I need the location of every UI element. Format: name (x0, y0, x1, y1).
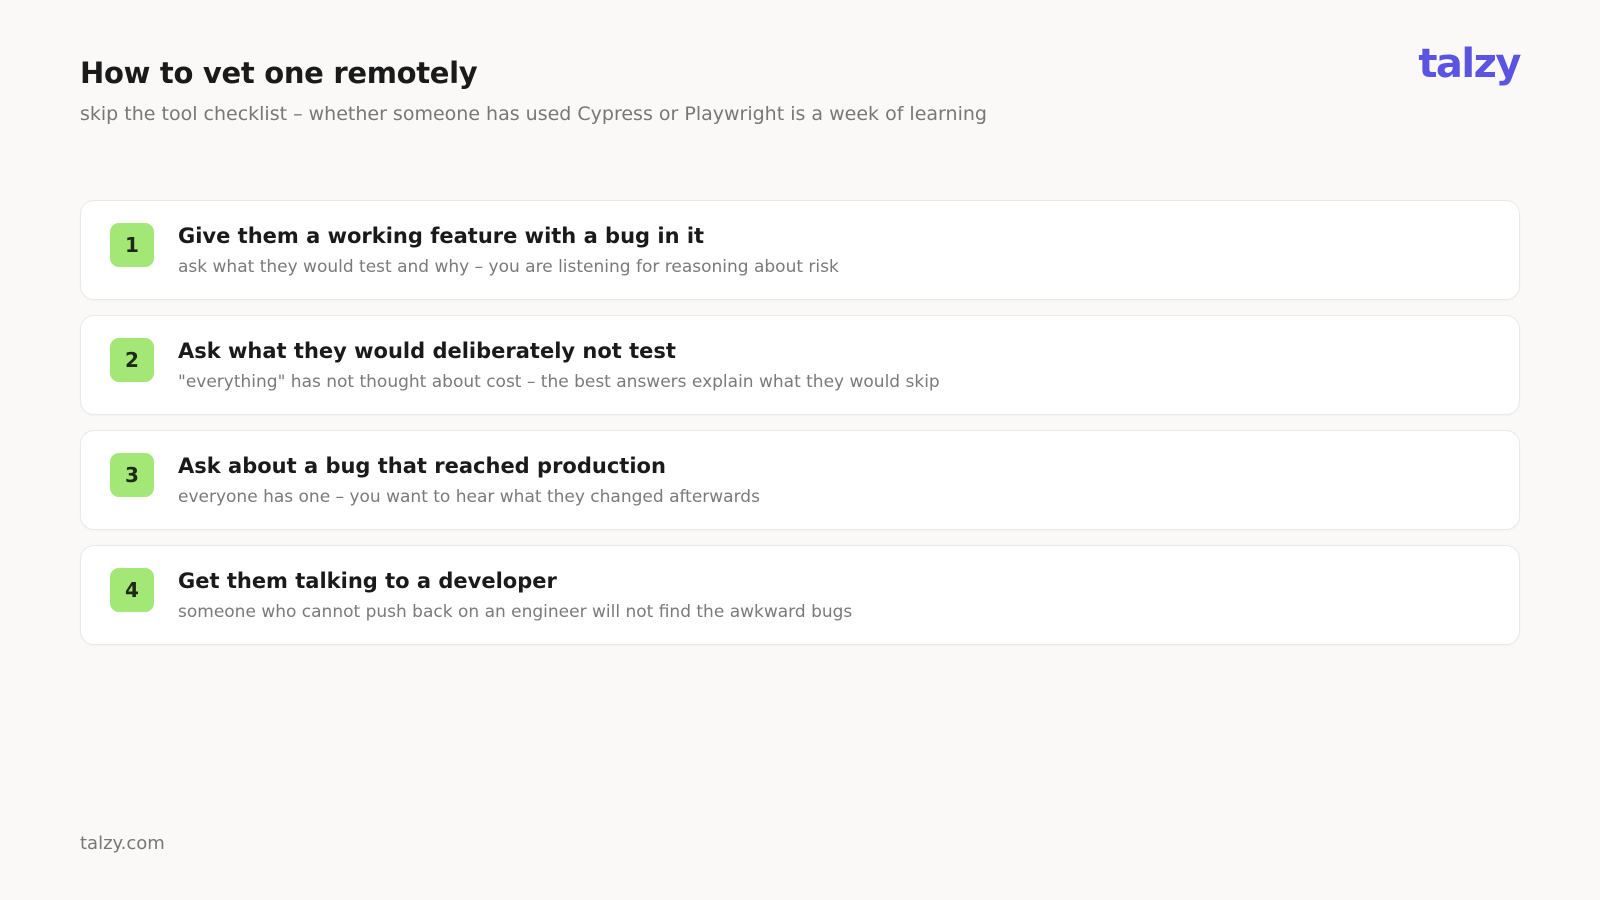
step-number-badge: 1 (110, 223, 154, 267)
step-card-1: 1 Give them a working feature with a bug… (80, 200, 1520, 300)
step-number-badge: 4 (110, 568, 154, 612)
step-title: Give them a working feature with a bug i… (178, 224, 705, 248)
step-description: everyone has one – you want to hear what… (178, 487, 760, 507)
step-description: ask what they would test and why – you a… (178, 257, 839, 277)
page-subtitle: skip the tool checklist – whether someon… (80, 103, 987, 125)
step-number-badge: 2 (110, 338, 154, 382)
step-card-2: 2 Ask what they would deliberately not t… (80, 315, 1520, 415)
step-description: someone who cannot push back on an engin… (178, 602, 853, 622)
footer-url: talzy.com (80, 833, 165, 854)
step-title: Get them talking to a developer (178, 569, 557, 593)
step-title: Ask what they would deliberately not tes… (178, 339, 676, 363)
page-title: How to vet one remotely (80, 56, 478, 90)
brand-logo: talzy (1418, 41, 1521, 87)
step-description: "everything" has not thought about cost … (178, 372, 940, 392)
step-card-3: 3 Ask about a bug that reached productio… (80, 430, 1520, 530)
step-number-badge: 3 (110, 453, 154, 497)
step-title: Ask about a bug that reached production (178, 454, 666, 478)
step-card-4: 4 Get them talking to a developer someon… (80, 545, 1520, 645)
steps-list: 1 Give them a working feature with a bug… (80, 200, 1520, 660)
